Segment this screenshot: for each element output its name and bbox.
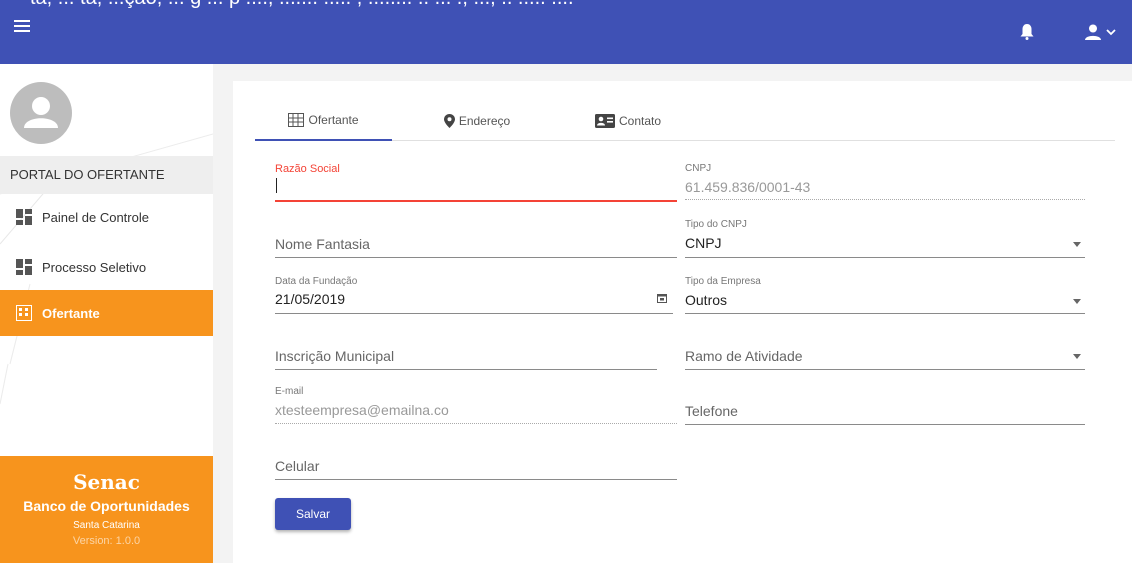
ramo-atividade-select[interactable]: Ramo de Atividade [685,331,1085,371]
tab-label: Contato [618,114,662,128]
user-menu-button[interactable] [1084,24,1118,40]
tipo-empresa-underline [685,313,1085,314]
user-icon [1085,24,1101,40]
tipo-cnpj-label: Tipo do CNPJ [685,219,747,230]
sidebar-item-ofertante[interactable]: Ofertante [0,290,213,336]
sidebar-item-processo-seletivo[interactable]: Processo Seletivo [0,244,213,290]
data-fundacao-field[interactable]: Data da Fundação 21/05/2019 [275,276,673,314]
dashboard-icon [16,259,32,275]
inscricao-municipal-field[interactable]: Inscrição Municipal [275,331,657,371]
sidebar: PORTAL DO OFERTANTE Painel de Controle P… [0,64,213,563]
tab-label: Endereço [458,114,511,128]
cnpj-value: 61.459.836/0001-43 [685,179,811,195]
text-cursor [276,178,277,193]
tipo-empresa-label: Tipo da Empresa [685,276,761,287]
razao-social-underline [275,200,677,202]
tipo-cnpj-select[interactable]: Tipo do CNPJ CNPJ [685,219,1085,259]
tipo-empresa-select[interactable]: Tipo da Empresa Outros [685,276,1085,314]
save-button[interactable]: Salvar [275,498,351,530]
footer-state: Santa Catarina [73,520,140,531]
sidebar-item-painel-de-controle[interactable]: Painel de Controle [0,194,213,240]
menu-icon[interactable] [14,20,30,36]
main-card: Ofertante Endereço Contato Razão Social [233,81,1132,563]
email-field: E-mail xtesteempresa@emailna.co [275,386,677,426]
email-underline [275,423,677,424]
bell-icon[interactable] [1020,24,1034,40]
avatar [10,82,72,144]
senac-logo: Senac [73,470,140,494]
celular-underline [275,479,677,480]
building-icon [288,113,305,127]
data-fundacao-value[interactable]: 21/05/2019 [275,291,345,307]
contact-card-icon [594,114,615,128]
email-value: xtesteempresa@emailna.co [275,402,449,418]
razao-social-field[interactable]: Razão Social [275,163,677,203]
sidebar-item-label: Ofertante [42,305,100,321]
tipo-cnpj-value: CNPJ [685,235,722,251]
dropdown-caret-icon [1073,242,1081,247]
nome-fantasia-placeholder: Nome Fantasia [275,236,370,252]
sidebar-item-label: Processo Seletivo [42,259,147,275]
celular-field[interactable]: Celular [275,441,677,481]
user-icon [24,97,58,128]
chevron-down-icon [1106,29,1116,36]
topbar-overflow-text: ta, ... ta, ...ção, ... g ... p ...., ..… [0,0,1132,8]
telefone-placeholder: Telefone [685,403,738,419]
ramo-atividade-underline [685,369,1085,370]
data-fundacao-underline [275,313,673,314]
tipo-empresa-value: Outros [685,292,728,308]
sidebar-item-label: Painel de Controle [42,209,149,225]
inscricao-municipal-placeholder: Inscrição Municipal [275,348,395,364]
celular-placeholder: Celular [275,458,320,474]
tab-endereco[interactable]: Endereço [427,101,527,141]
nome-fantasia-underline [275,257,677,258]
dropdown-caret-icon [1073,299,1081,304]
top-app-bar: ta, ... ta, ...ção, ... g ... p ...., ..… [0,0,1132,64]
dropdown-caret-icon [1073,354,1081,359]
email-label: E-mail [275,386,304,397]
calendar-icon[interactable] [657,293,667,303]
footer-version: Version: 1.0.0 [72,535,141,547]
location-pin-icon [443,114,455,128]
tab-ofertante[interactable]: Ofertante [255,101,392,141]
tipo-cnpj-underline [685,257,1085,258]
portal-title: PORTAL DO OFERTANTE [0,156,213,194]
cnpj-underline [685,199,1085,200]
data-fundacao-label: Data da Fundação [275,276,358,287]
dashboard-icon [16,209,32,225]
ramo-atividade-placeholder: Ramo de Atividade [685,348,803,364]
telefone-underline [685,424,1085,425]
building-icon [16,305,32,321]
nome-fantasia-field[interactable]: Nome Fantasia [275,219,677,259]
telefone-field[interactable]: Telefone [685,386,1085,426]
footer-title: Banco de Oportunidades [23,498,190,514]
cnpj-label: CNPJ [685,163,712,174]
sidebar-footer: Senac Banco de Oportunidades Santa Catar… [0,456,213,563]
inscricao-municipal-underline [275,369,657,370]
razao-social-label: Razão Social [275,163,340,175]
cnpj-field: CNPJ 61.459.836/0001-43 [685,163,1085,201]
tab-label: Ofertante [308,113,359,127]
tab-bar: Ofertante Endereço Contato [255,101,1115,141]
tab-contato[interactable]: Contato [573,101,683,141]
